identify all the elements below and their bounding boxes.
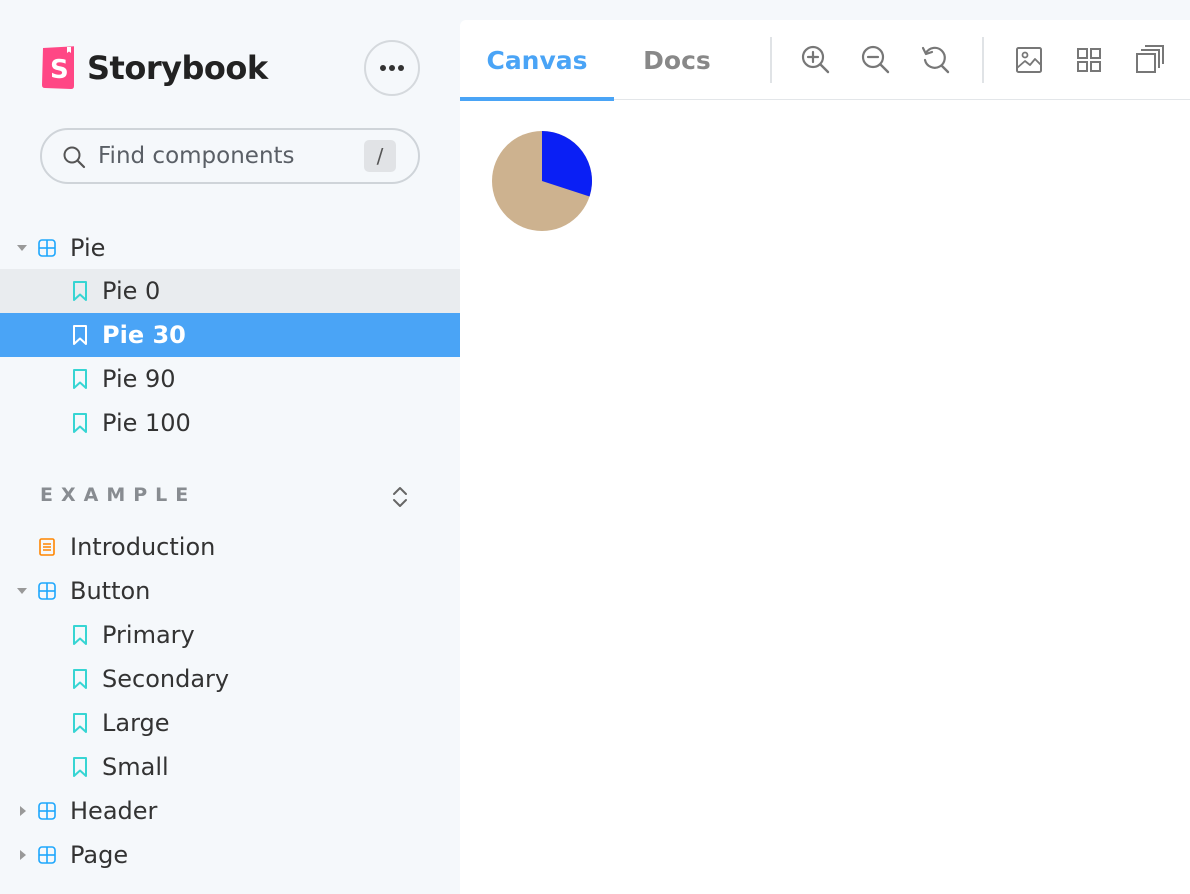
tree-label: Page [70, 841, 129, 869]
bookmark-icon [73, 325, 87, 345]
tree-story-pie-90[interactable]: Pie 90 [0, 357, 460, 401]
tab-docs[interactable]: Docs [614, 20, 740, 100]
more-options-button[interactable] [364, 40, 420, 96]
search-input[interactable] [98, 140, 388, 172]
chevron-right-icon [20, 850, 26, 860]
toolbar: Canvas Docs [460, 20, 1190, 101]
chevron-down-icon [17, 588, 27, 594]
zoom-in-button[interactable] [798, 42, 834, 78]
tree-label: Pie [70, 234, 106, 262]
search-icon [63, 146, 86, 169]
preview-panel: Canvas Docs [460, 20, 1190, 894]
zoom-out-button[interactable] [858, 42, 894, 78]
background-icon [1016, 47, 1042, 73]
storybook-app: S Storybook / [0, 0, 1190, 894]
component-icon [38, 846, 56, 864]
component-icon [38, 802, 56, 820]
bookmark-icon [73, 369, 87, 389]
tree-story-large[interactable]: Large [0, 701, 460, 745]
tab-canvas[interactable]: Canvas [460, 20, 614, 101]
brand-name: Storybook [87, 49, 268, 87]
zoom-reset-icon [921, 46, 950, 74]
tree-component-pie[interactable]: Pie [0, 226, 460, 270]
bookmark-icon [73, 625, 87, 645]
pie-chart [492, 131, 592, 231]
sidebar: S Storybook / [0, 0, 460, 894]
outline-icon [1136, 45, 1164, 73]
bookmark-icon [73, 713, 87, 733]
bookmark-icon [73, 281, 87, 301]
zoom-reset-button[interactable] [918, 42, 954, 78]
tree-label: Pie 90 [102, 365, 176, 393]
tree-label: Large [102, 709, 170, 737]
tree-label: Primary [102, 621, 195, 649]
document-icon [39, 538, 55, 556]
outline-button[interactable] [1131, 42, 1167, 78]
chevron-down-icon [17, 245, 27, 251]
toolbar-divider [982, 37, 984, 83]
tree-component-page[interactable]: Page [0, 833, 460, 877]
tree-doc-introduction[interactable]: Introduction [0, 525, 460, 569]
toolbar-divider [770, 37, 772, 83]
tree-label: Header [70, 797, 158, 825]
search-shortcut-badge: / [364, 140, 396, 172]
grid-button[interactable] [1071, 42, 1107, 78]
storybook-logo-icon: S [42, 46, 74, 89]
brand[interactable]: S Storybook [40, 46, 268, 90]
expand-collapse-icon[interactable] [390, 484, 410, 510]
tree-story-pie-30[interactable]: Pie 30 [0, 313, 460, 357]
ellipsis-icon [380, 65, 404, 71]
tree-label: Secondary [102, 665, 230, 693]
svg-text:S: S [50, 55, 69, 85]
zoom-in-icon [801, 45, 830, 74]
bookmark-icon [73, 413, 87, 433]
tree-story-secondary[interactable]: Secondary [0, 657, 460, 701]
tree-label: Button [70, 577, 151, 605]
tree-story-pie-100[interactable]: Pie 100 [0, 401, 460, 445]
tree-story-primary[interactable]: Primary [0, 613, 460, 657]
grid-icon [1077, 48, 1101, 72]
tree-component-header[interactable]: Header [0, 789, 460, 833]
tree-component-button[interactable]: Button [0, 569, 460, 613]
group-title-example[interactable]: EXAMPLE [40, 484, 196, 506]
tree-label: Small [102, 753, 169, 781]
component-icon [38, 239, 56, 257]
story-canvas [460, 100, 1190, 894]
search-box[interactable]: / [40, 128, 420, 184]
background-button[interactable] [1011, 42, 1047, 78]
tree-label: Pie 100 [102, 409, 191, 437]
tree-label: Pie 30 [102, 321, 186, 349]
tree-story-pie-0[interactable]: Pie 0 [0, 269, 460, 313]
chevron-right-icon [20, 806, 26, 816]
bookmark-icon [73, 669, 87, 689]
tree-label: Introduction [70, 533, 216, 561]
component-icon [38, 582, 56, 600]
zoom-out-icon [861, 45, 890, 74]
tree-story-small[interactable]: Small [0, 745, 460, 789]
tree-label: Pie 0 [102, 277, 161, 305]
bookmark-icon [73, 757, 87, 777]
